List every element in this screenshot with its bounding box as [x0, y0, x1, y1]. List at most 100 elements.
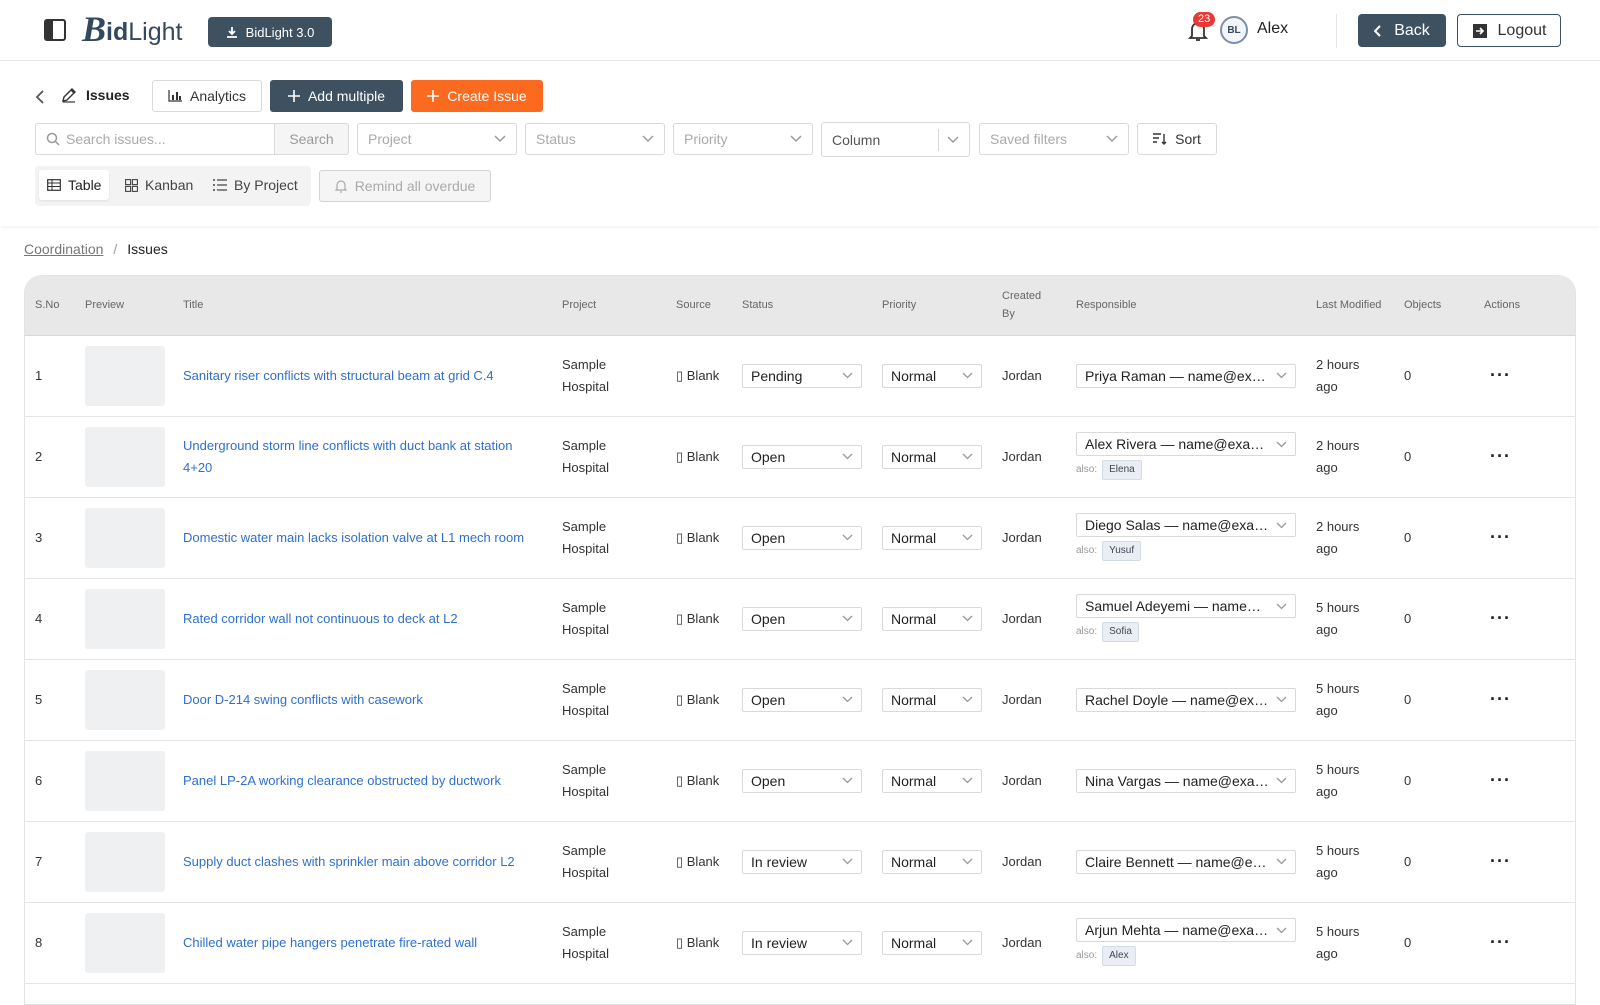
- column-header-preview[interactable]: Preview: [75, 276, 173, 336]
- preview-thumbnail[interactable]: [85, 507, 165, 568]
- priority-select[interactable]: Normal: [882, 768, 982, 793]
- responsible-select[interactable]: Nina Vargas — name@example.com: [1076, 768, 1296, 793]
- column-header-title[interactable]: Title: [173, 276, 552, 336]
- column-header-sno[interactable]: S.No: [25, 276, 75, 336]
- column-header-created-by[interactable]: Created By: [992, 276, 1066, 336]
- table-row[interactable]: 6 Panel LP-2A working clearance obstruct…: [25, 740, 1575, 821]
- preview-thumbnail[interactable]: [85, 588, 165, 649]
- column-header-responsible[interactable]: Responsible: [1066, 276, 1306, 336]
- create-issue-button[interactable]: Create Issue: [411, 80, 543, 112]
- avatar[interactable]: BL: [1220, 16, 1248, 44]
- issue-title-link[interactable]: Rated corridor wall not continuous to de…: [183, 611, 458, 626]
- priority-filter-select[interactable]: Priority: [673, 123, 813, 155]
- issue-title-link[interactable]: Sanitary riser conflicts with structural…: [183, 368, 494, 383]
- issue-title-link[interactable]: Underground storm line conflicts with du…: [183, 438, 513, 475]
- table-row[interactable]: 5 Door D-214 swing conflicts with casewo…: [25, 659, 1575, 740]
- logout-button[interactable]: Logout: [1457, 14, 1561, 47]
- table-row[interactable]: 3 Domestic water main lacks isolation va…: [25, 497, 1575, 578]
- table-row[interactable]: 7 Supply duct clashes with sprinkler mai…: [25, 821, 1575, 902]
- table-row[interactable]: 8 Chilled water pipe hangers penetrate f…: [25, 902, 1575, 983]
- more-actions-icon[interactable]: ···: [1484, 365, 1511, 385]
- more-actions-icon[interactable]: ···: [1484, 446, 1511, 466]
- column-header-priority[interactable]: Priority: [872, 276, 992, 336]
- issue-title-link[interactable]: Chilled water pipe hangers penetrate fir…: [183, 935, 477, 950]
- chevron-down-icon: [962, 777, 973, 784]
- more-actions-icon[interactable]: ···: [1484, 527, 1511, 547]
- table-row[interactable]: 2 Underground storm line conflicts with …: [25, 416, 1575, 497]
- status-select[interactable]: Open: [742, 525, 862, 550]
- user-name[interactable]: Alex: [1257, 20, 1288, 38]
- status-select[interactable]: Open: [742, 606, 862, 631]
- analytics-button[interactable]: Analytics: [152, 80, 262, 112]
- issue-title-link[interactable]: Supply duct clashes with sprinkler main …: [183, 854, 515, 869]
- preview-thumbnail[interactable]: [85, 831, 165, 892]
- preview-thumbnail[interactable]: [85, 426, 165, 487]
- add-multiple-button[interactable]: Add multiple: [270, 80, 403, 112]
- preview-thumbnail[interactable]: [85, 750, 165, 811]
- priority-select[interactable]: Normal: [882, 687, 982, 712]
- status-select[interactable]: In review: [742, 930, 862, 955]
- more-actions-icon[interactable]: ···: [1484, 770, 1511, 790]
- column-header-objects[interactable]: Objects: [1394, 276, 1474, 336]
- status-select[interactable]: Open: [742, 768, 862, 793]
- created-by-cell: Jordan: [1002, 610, 1042, 626]
- more-actions-icon[interactable]: ···: [1484, 608, 1511, 628]
- responsible-select[interactable]: Arjun Mehta — name@example.com: [1076, 918, 1296, 942]
- breadcrumb-link-coordination[interactable]: Coordination: [24, 241, 103, 257]
- app-logo[interactable]: Bid Light: [82, 11, 182, 47]
- also-responsible: also: Sofia: [1076, 621, 1296, 643]
- back-button[interactable]: Back: [1358, 14, 1446, 47]
- status-select[interactable]: In review: [742, 849, 862, 874]
- responsible-select[interactable]: Priya Raman — name@example.com: [1076, 363, 1296, 388]
- column-select[interactable]: Column: [821, 122, 970, 157]
- tab-by-project[interactable]: By Project: [205, 170, 306, 200]
- preview-thumbnail[interactable]: [85, 345, 165, 406]
- created-by-cell: Jordan: [1002, 448, 1042, 464]
- responsible-select[interactable]: Diego Salas — name@example.com: [1076, 513, 1296, 537]
- responsible-select[interactable]: Rachel Doyle — name@example.com: [1076, 687, 1296, 712]
- search-input[interactable]: [66, 131, 266, 147]
- preview-cell: [75, 902, 173, 983]
- tab-table[interactable]: Table: [39, 170, 110, 200]
- responsible-select[interactable]: Samuel Adeyemi — name@example.com: [1076, 594, 1296, 618]
- source-cell: ▯ Blank: [676, 934, 720, 950]
- preview-thumbnail[interactable]: [85, 669, 165, 730]
- column-header-project[interactable]: Project: [552, 276, 666, 336]
- priority-select[interactable]: Normal: [882, 849, 982, 874]
- responsible-select[interactable]: Claire Bennett — name@example.com: [1076, 849, 1296, 874]
- priority-select[interactable]: Normal: [882, 930, 982, 955]
- issue-title-link[interactable]: Panel LP-2A working clearance obstructed…: [183, 773, 501, 788]
- status-select[interactable]: Pending: [742, 363, 862, 388]
- search-button[interactable]: Search: [274, 123, 349, 155]
- issue-title-link[interactable]: Domestic water main lacks isolation valv…: [183, 530, 524, 545]
- table-row[interactable]: 1 Sanitary riser conflicts with structur…: [25, 335, 1575, 416]
- issue-title-link[interactable]: Door D-214 swing conflicts with casework: [183, 692, 423, 707]
- table-row[interactable]: 4 Rated corridor wall not continuous to …: [25, 578, 1575, 659]
- priority-select[interactable]: Normal: [882, 363, 982, 388]
- column-header-status[interactable]: Status: [732, 276, 872, 336]
- status-select[interactable]: Open: [742, 444, 862, 469]
- status-filter-select[interactable]: Status: [525, 123, 665, 155]
- priority-select[interactable]: Normal: [882, 606, 982, 631]
- status-select[interactable]: Open: [742, 687, 862, 712]
- priority-select[interactable]: Normal: [882, 444, 982, 469]
- search-field[interactable]: [35, 123, 275, 155]
- column-header-last-modified[interactable]: Last Modified: [1306, 276, 1394, 336]
- also-responsible-tag: Alex: [1102, 946, 1136, 966]
- column-header-source[interactable]: Source: [666, 276, 732, 336]
- remind-all-overdue-button[interactable]: Remind all overdue: [319, 170, 491, 202]
- tab-kanban[interactable]: Kanban: [117, 170, 201, 200]
- priority-select[interactable]: Normal: [882, 525, 982, 550]
- download-version-button[interactable]: BidLight 3.0: [208, 17, 332, 47]
- sidebar-toggle-icon[interactable]: [44, 19, 66, 41]
- chevron-left-icon[interactable]: [34, 89, 46, 105]
- responsible-select[interactable]: Alex Rivera — name@example.com: [1076, 432, 1296, 456]
- project-filter-select[interactable]: Project: [357, 123, 517, 155]
- more-actions-icon[interactable]: ···: [1484, 851, 1511, 871]
- more-actions-icon[interactable]: ···: [1484, 932, 1511, 952]
- preview-thumbnail[interactable]: [85, 912, 165, 973]
- saved-filters-select[interactable]: Saved filters: [979, 123, 1129, 155]
- sort-button[interactable]: Sort: [1137, 123, 1217, 155]
- responsible-cell: Nina Vargas — name@example.com: [1066, 740, 1306, 821]
- more-actions-icon[interactable]: ···: [1484, 689, 1511, 709]
